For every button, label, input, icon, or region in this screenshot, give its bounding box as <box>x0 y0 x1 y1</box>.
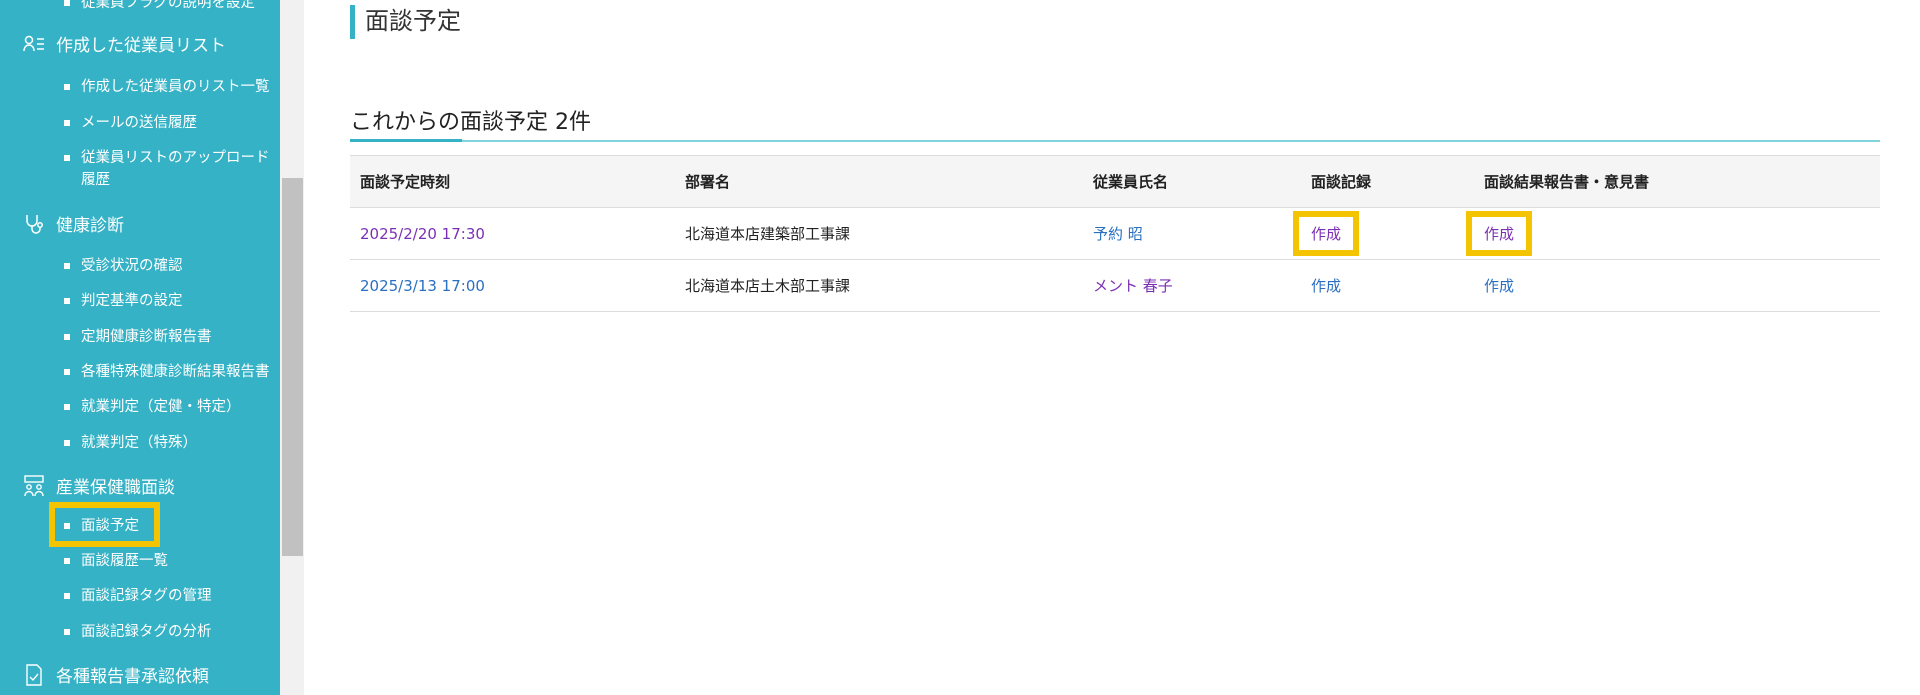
sidebar-section-label: 各種報告書承認依頼 <box>56 667 209 687</box>
table-header-row: 面談予定時刻 部署名 従業員氏名 面談記録 面談結果報告書・意見書 <box>350 155 1880 208</box>
bullet-icon <box>64 84 70 90</box>
sidebar-item-work-judgment-special[interactable]: 就業判定（特殊） <box>64 432 197 454</box>
sidebar-item-employee-flag[interactable]: 従業員フラグの説明を設定 <box>64 0 255 14</box>
sidebar-section-employee-list[interactable]: 作成した従業員リスト <box>22 31 226 56</box>
sidebar-section-health-checkup[interactable]: 健康診断 <box>22 211 124 236</box>
department-cell: 北海道本店建築部工事課 <box>675 207 1083 260</box>
column-header: 部署名 <box>675 155 1083 208</box>
bullet-icon <box>64 334 70 340</box>
sidebar-item-periodic-report[interactable]: 定期健康診断報告書 <box>64 326 212 348</box>
meeting-time-link[interactable]: 2025/2/20 17:30 <box>360 225 485 243</box>
table-row: 2025/2/20 17:30 北海道本店建築部工事課 予約 昭 作成 作成 <box>350 207 1880 260</box>
sidebar-item-label: 作成した従業員のリスト一覧 <box>81 79 270 95</box>
section-divider <box>350 140 1880 142</box>
sidebar-item-upload-history[interactable]: 従業員リストのアップロード履歴 <box>64 147 274 191</box>
sidebar-item-criteria-settings[interactable]: 判定基準の設定 <box>64 290 183 312</box>
highlight-box: 作成 <box>1293 211 1360 256</box>
meeting-icon <box>22 474 46 497</box>
create-report-link[interactable]: 作成 <box>1484 225 1514 243</box>
meeting-schedule-table: 面談予定時刻 部署名 従業員氏名 面談記録 面談結果報告書・意見書 2025/2… <box>350 155 1880 312</box>
create-record-link[interactable]: 作成 <box>1311 277 1341 295</box>
sidebar-item-label: 就業判定（特殊） <box>81 435 197 451</box>
bullet-icon <box>64 369 70 375</box>
sidebar-item-meeting-history[interactable]: 面談履歴一覧 <box>64 550 168 572</box>
employee-name-link[interactable]: 予約 昭 <box>1093 225 1143 243</box>
sidebar-item-work-judgment-regular[interactable]: 就業判定（定健・特定） <box>64 396 241 418</box>
bullet-icon <box>64 263 70 269</box>
sidebar-item-meeting-schedule[interactable]: 面談予定 <box>64 515 139 537</box>
sidebar-section-label: 健康診断 <box>56 216 124 236</box>
employee-name-link[interactable]: メント 春子 <box>1093 277 1173 295</box>
sidebar-scrollbar-thumb[interactable] <box>282 178 303 556</box>
sidebar-section-label: 産業保健職面談 <box>56 478 175 498</box>
column-header: 面談結果報告書・意見書 <box>1474 155 1880 208</box>
create-report-link[interactable]: 作成 <box>1484 277 1514 295</box>
bullet-icon <box>64 593 70 599</box>
person-list-icon <box>22 33 46 55</box>
sidebar-item-label: 就業判定（定健・特定） <box>81 399 241 415</box>
bullet-icon <box>64 155 70 161</box>
bullet-icon <box>64 629 70 635</box>
page-title: 面談予定 <box>350 5 461 39</box>
sidebar-section-occupational-meeting[interactable]: 産業保健職面談 <box>22 473 175 498</box>
sidebar-item-label: 判定基準の設定 <box>81 293 183 309</box>
table-row: 2025/3/13 17:00 北海道本店土木部工事課 メント 春子 作成 作成 <box>350 259 1880 312</box>
column-header: 従業員氏名 <box>1083 155 1301 208</box>
bullet-icon <box>64 523 70 529</box>
bullet-icon <box>64 0 70 6</box>
sidebar-item-list-overview[interactable]: 作成した従業員のリスト一覧 <box>64 76 270 98</box>
sidebar-item-label: メールの送信履歴 <box>81 115 197 131</box>
section-title: これからの面談予定 2件 <box>350 110 591 135</box>
column-header: 面談記録 <box>1301 155 1474 208</box>
sidebar-item-label: 面談履歴一覧 <box>81 553 168 569</box>
main-content: 面談予定 これからの面談予定 2件 面談予定時刻 部署名 従業員氏名 面談記録 … <box>304 0 1920 695</box>
section-divider-accent <box>350 139 462 142</box>
sidebar-item-label: 面談記録タグの分析 <box>81 624 212 640</box>
sidebar-item-label: 定期健康診断報告書 <box>81 329 212 345</box>
bullet-icon <box>64 404 70 410</box>
bullet-icon <box>64 298 70 304</box>
highlight-box: 作成 <box>1466 211 1533 256</box>
sidebar-item-label: 受診状況の確認 <box>81 258 183 274</box>
sidebar-section-report-approval[interactable]: 各種報告書承認依頼 <box>22 662 209 687</box>
sidebar-item-label: 各種特殊健康診断結果報告書 <box>81 364 270 380</box>
sidebar-item-special-report[interactable]: 各種特殊健康診断結果報告書 <box>64 361 270 383</box>
sidebar-item-label: 従業員リストのアップロード履歴 <box>81 150 270 188</box>
document-check-icon <box>22 663 46 686</box>
sidebar-item-label: 従業員フラグの説明を設定 <box>81 0 255 11</box>
create-record-link[interactable]: 作成 <box>1311 225 1341 243</box>
sidebar-item-label: 面談記録タグの管理 <box>81 588 212 604</box>
sidebar-item-label: 面談予定 <box>81 518 139 534</box>
sidebar: 従業員フラグの説明を設定 作成した従業員リスト 作成した従業員のリスト一覧 メー… <box>0 0 280 695</box>
department-cell: 北海道本店土木部工事課 <box>675 259 1083 312</box>
sidebar-item-tag-management[interactable]: 面談記録タグの管理 <box>64 585 212 607</box>
stethoscope-icon <box>22 213 46 235</box>
sidebar-item-mail-history[interactable]: メールの送信履歴 <box>64 112 197 134</box>
column-header: 面談予定時刻 <box>350 155 675 208</box>
sidebar-item-tag-analysis[interactable]: 面談記録タグの分析 <box>64 621 212 643</box>
sidebar-item-exam-status[interactable]: 受診状況の確認 <box>64 255 183 277</box>
bullet-icon <box>64 440 70 446</box>
bullet-icon <box>64 120 70 126</box>
sidebar-section-label: 作成した従業員リスト <box>56 36 226 56</box>
meeting-time-link[interactable]: 2025/3/13 17:00 <box>360 277 485 295</box>
bullet-icon <box>64 558 70 564</box>
